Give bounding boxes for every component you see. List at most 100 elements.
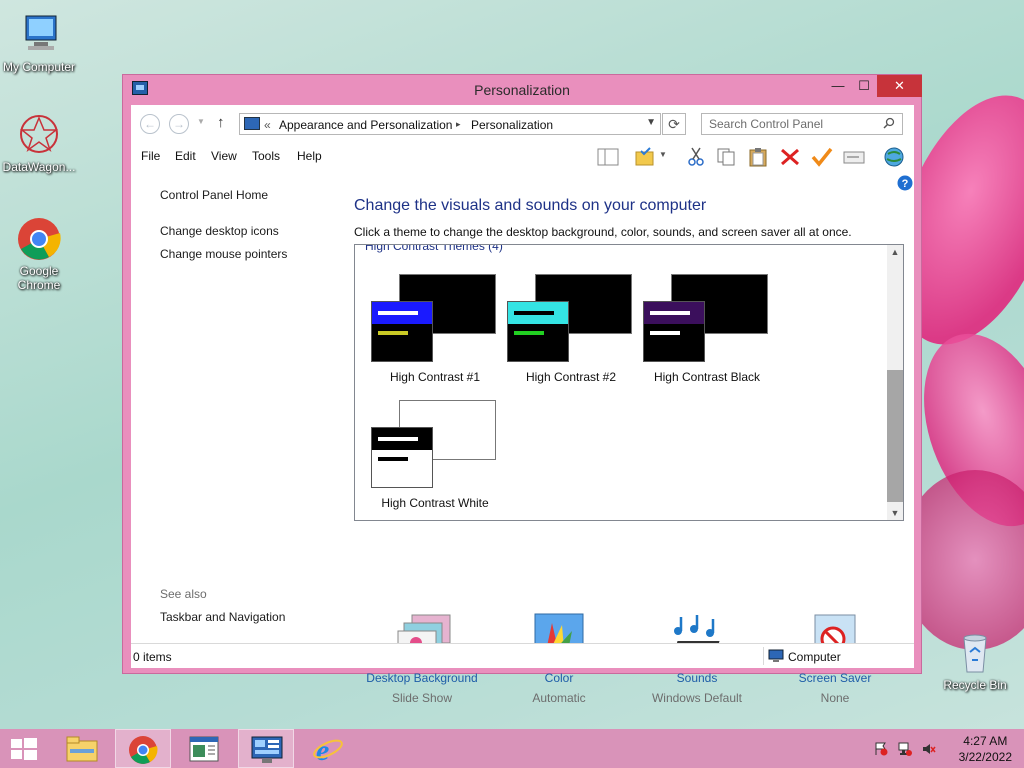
taskbar-control-panel[interactable]: [238, 729, 294, 768]
change-desktop-icons-link[interactable]: Change desktop icons: [160, 224, 279, 238]
option-name[interactable]: Screen Saver: [765, 671, 905, 685]
theme-preview-window: [507, 301, 569, 362]
control-panel-icon: [251, 736, 283, 763]
back-button[interactable]: ←: [140, 114, 160, 134]
taskbar-internet-explorer[interactable]: e: [300, 729, 356, 768]
menu-tools[interactable]: Tools: [252, 149, 280, 163]
status-separator: [763, 647, 764, 665]
taskbar-notepad[interactable]: [176, 729, 232, 768]
paste-icon[interactable]: [747, 147, 769, 167]
refresh-button[interactable]: ⟳: [662, 113, 686, 135]
copy-icon[interactable]: [715, 147, 737, 167]
theme-high-contrast-black[interactable]: High Contrast Black: [643, 274, 773, 396]
scroll-down-icon[interactable]: ▼: [887, 508, 903, 518]
menu-file[interactable]: File: [141, 149, 160, 163]
personalization-window: Personalization — ☐ ✕ ← → ▼ ↑ « Appearan…: [122, 74, 922, 705]
theme-label: High Contrast Black: [653, 370, 761, 384]
window-title: Personalization: [474, 82, 570, 98]
theme-label: High Contrast #1: [389, 370, 481, 384]
change-mouse-pointers-link[interactable]: Change mouse pointers: [160, 247, 287, 261]
internet-explorer-icon: e: [313, 734, 343, 764]
theme-high-contrast-2[interactable]: High Contrast #2: [507, 274, 637, 396]
desktop-icon-google-chrome[interactable]: Google Chrome: [0, 216, 78, 292]
theme-label: High Contrast #2: [525, 370, 617, 384]
see-also-heading: See also: [160, 587, 207, 601]
scrollbar-thumb[interactable]: [887, 370, 903, 502]
chevron-left-icon[interactable]: «: [264, 118, 271, 132]
action-center-flag-icon[interactable]: [874, 742, 888, 756]
forward-button[interactable]: →: [169, 114, 189, 134]
breadcrumb-personalization[interactable]: Personalization: [471, 118, 553, 132]
desktop-icon-label: Recycle Bin: [943, 678, 1007, 692]
address-bar[interactable]: « Appearance and Personalization ▸ Perso…: [239, 113, 661, 135]
clock-time: 4:27 AM: [963, 734, 1008, 748]
taskbar-navigation-link[interactable]: Taskbar and Navigation: [160, 610, 285, 624]
folder-icon: [66, 736, 98, 762]
computer-icon: [768, 649, 784, 662]
chrome-icon: [129, 736, 158, 764]
themes-scrollbar[interactable]: ▲ ▼: [887, 245, 903, 520]
properties-icon[interactable]: [843, 147, 865, 167]
scroll-up-icon[interactable]: ▲: [887, 247, 903, 257]
volume-muted-icon[interactable]: [922, 742, 936, 756]
desktop-icon-recycle-bin[interactable]: Recycle Bin: [936, 630, 1014, 692]
option-name[interactable]: Color: [489, 671, 629, 685]
document-window-icon: [189, 736, 219, 762]
windows-logo-icon: [11, 738, 37, 760]
datawagon-icon: [16, 112, 62, 158]
taskbar-file-explorer[interactable]: [54, 729, 110, 768]
theme-label: High Contrast White: [381, 496, 489, 510]
taskbar-chrome[interactable]: [115, 729, 171, 768]
breadcrumb-appearance[interactable]: Appearance and Personalization: [279, 118, 452, 132]
desktop-icon-label: Google Chrome: [17, 264, 61, 292]
option-value: Slide Show: [391, 691, 453, 705]
status-bar: 0 items Computer: [131, 643, 914, 668]
desktop-icon-label: DataWagon...: [2, 160, 76, 174]
maximize-button[interactable]: ☐: [851, 75, 877, 97]
cut-icon[interactable]: [685, 147, 707, 167]
close-button[interactable]: ✕: [877, 75, 922, 97]
network-icon[interactable]: [898, 742, 912, 756]
start-button[interactable]: [0, 729, 48, 768]
checkmark-icon[interactable]: [811, 147, 833, 167]
option-name[interactable]: Sounds: [627, 671, 767, 685]
status-location: Computer: [788, 650, 841, 664]
themes-list[interactable]: High Contrast Themes (4) High Contrast #…: [354, 244, 904, 521]
menu-bar: File Edit View Tools Help ▼: [131, 141, 914, 171]
up-button[interactable]: ↑: [217, 114, 225, 131]
desktop-icon-label: My Computer: [2, 60, 76, 74]
chrome-icon: [16, 216, 62, 262]
desktop-icon-my-computer[interactable]: My Computer: [0, 12, 78, 74]
control-panel-icon: [244, 117, 260, 130]
address-row: ← → ▼ ↑ « Appearance and Personalization…: [131, 105, 914, 141]
folder-check-icon[interactable]: [634, 147, 656, 167]
breadcrumb-separator-icon[interactable]: ▸: [456, 119, 461, 130]
menu-help[interactable]: Help: [297, 149, 322, 163]
menu-view[interactable]: View: [211, 149, 237, 163]
computer-icon: [16, 12, 62, 58]
recent-pages-dropdown[interactable]: ▼: [197, 117, 205, 126]
delete-icon[interactable]: [779, 147, 801, 167]
globe-icon[interactable]: [883, 147, 905, 167]
search-icon[interactable]: [883, 117, 895, 129]
system-clock[interactable]: 4:27 AM 3/22/2022: [959, 733, 1012, 765]
help-icon[interactable]: ?: [897, 175, 913, 191]
layout-pane-icon[interactable]: [597, 147, 619, 167]
desktop-icon-datawagon[interactable]: DataWagon...: [0, 112, 78, 174]
menu-edit[interactable]: Edit: [175, 149, 196, 163]
search-input[interactable]: [701, 113, 903, 135]
recycle-bin-icon: [952, 630, 998, 676]
address-dropdown-icon[interactable]: ▼: [646, 117, 656, 128]
group-header: High Contrast Themes (4): [365, 244, 503, 253]
minimize-button[interactable]: —: [825, 75, 851, 97]
item-count: 0 items: [133, 650, 172, 664]
option-name[interactable]: Desktop Background: [352, 671, 492, 685]
theme-high-contrast-white[interactable]: High Contrast White: [371, 400, 501, 520]
control-panel-home-link[interactable]: Control Panel Home: [160, 188, 268, 202]
theme-high-contrast-1[interactable]: High Contrast #1: [371, 274, 501, 396]
option-value: None: [820, 691, 850, 705]
taskbar: e 4:27 AM 3/22/2022: [0, 729, 1024, 768]
view-dropdown-icon[interactable]: ▼: [659, 150, 667, 159]
theme-preview-window: [643, 301, 705, 362]
title-bar[interactable]: Personalization — ☐ ✕: [123, 75, 922, 105]
